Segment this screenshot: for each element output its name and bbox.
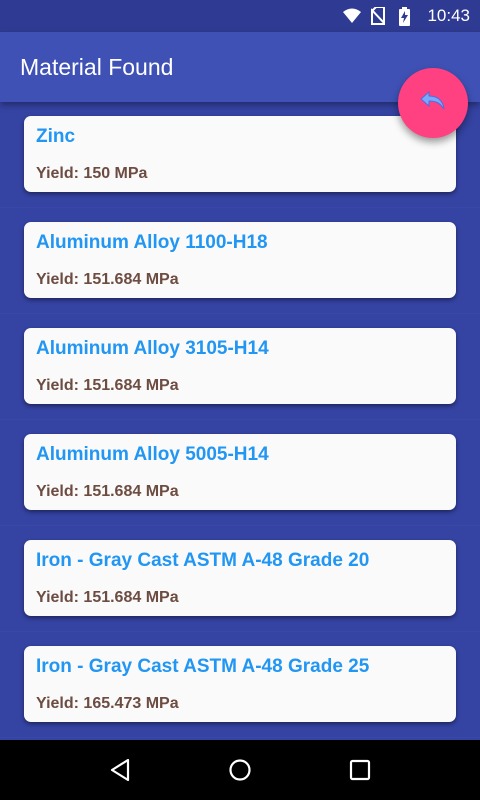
battery-charging-icon [395, 6, 413, 26]
navigation-bar [0, 740, 480, 800]
material-name: Iron - Gray Cast ASTM A-48 Grade 20 [36, 550, 370, 571]
material-yield: Yield: 151.684 MPa [36, 271, 179, 288]
status-bar: 10:43 [0, 0, 480, 32]
material-card[interactable]: Zinc Yield: 150 MPa [24, 116, 456, 192]
material-yield: Yield: 165.473 MPa [36, 695, 179, 712]
material-card[interactable]: Iron - Gray Cast ASTM A-48 Grade 25 Yiel… [24, 646, 456, 722]
material-name: Aluminum Alloy 5005-H14 [36, 444, 269, 465]
list-row: Iron - Gray Cast ASTM A-48 Grade 25 Yiel… [0, 632, 480, 738]
material-yield: Yield: 150 MPa [36, 165, 148, 182]
materials-list[interactable]: Zinc Yield: 150 MPa Aluminum Alloy 1100-… [0, 102, 480, 740]
material-name: Aluminum Alloy 3105-H14 [36, 338, 269, 359]
no-sim-icon [369, 7, 387, 25]
material-card[interactable]: Aluminum Alloy 3105-H14 Yield: 151.684 M… [24, 328, 456, 404]
material-name: Zinc [36, 126, 76, 147]
page-title: Material Found [20, 54, 174, 80]
material-yield: Yield: 151.684 MPa [36, 589, 179, 606]
recents-icon[interactable] [340, 750, 380, 790]
back-icon[interactable] [100, 750, 140, 790]
material-yield: Yield: 151.684 MPa [36, 377, 179, 394]
wifi-icon [343, 7, 362, 25]
reply-icon [420, 90, 446, 117]
list-row: Iron - Gray Cast ASTM A-48 Grade 20 Yiel… [0, 526, 480, 632]
status-time: 10:43 [427, 6, 470, 25]
material-yield: Yield: 151.684 MPa [36, 483, 179, 500]
material-card[interactable]: Iron - Gray Cast ASTM A-48 Grade 20 Yiel… [24, 540, 456, 616]
material-card[interactable]: Aluminum Alloy 5005-H14 Yield: 151.684 M… [24, 434, 456, 510]
material-card[interactable]: Aluminum Alloy 1100-H18 Yield: 151.684 M… [24, 222, 456, 298]
home-icon[interactable] [220, 750, 260, 790]
material-name: Iron - Gray Cast ASTM A-48 Grade 25 [36, 656, 370, 677]
list-row: Aluminum Alloy 3105-H14 Yield: 151.684 M… [0, 314, 480, 420]
list-row: Aluminum Alloy 1100-H18 Yield: 151.684 M… [0, 208, 480, 314]
material-name: Aluminum Alloy 1100-H18 [36, 232, 268, 253]
list-row: Aluminum Alloy 5005-H14 Yield: 151.684 M… [0, 420, 480, 526]
reply-fab-button[interactable] [398, 68, 468, 138]
